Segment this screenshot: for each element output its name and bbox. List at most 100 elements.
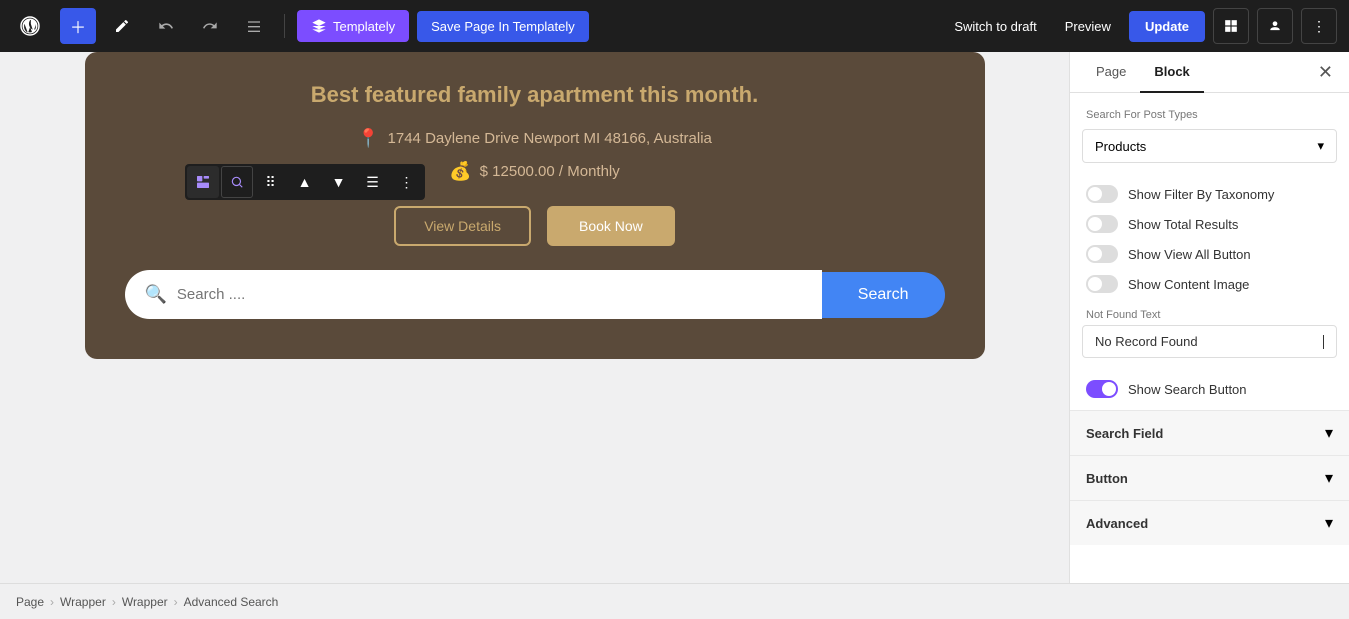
main-toolbar: ＋ Templately Save Page In Templately Swi… [0, 0, 1349, 52]
edit-tool-button[interactable] [104, 8, 140, 44]
hero-price-text: $ 12500.00 / Monthly [480, 163, 620, 180]
save-templately-label: Save Page In Templately [431, 19, 575, 34]
plus-icon: ＋ [70, 14, 86, 38]
toggle-content-image-row: Show Content Image [1070, 269, 1349, 299]
toolbar-right: Switch to draft Preview Update ⋮ [944, 8, 1337, 44]
wp-logo-button[interactable] [12, 8, 48, 44]
search-button-label: Search [858, 286, 909, 303]
book-now-button[interactable]: Book Now [547, 206, 675, 246]
breadcrumb-sep-1: › [50, 595, 54, 609]
tab-page-label: Page [1096, 64, 1126, 79]
search-input[interactable] [177, 286, 802, 303]
dropdown-value: Products [1095, 139, 1146, 154]
hero-title: Best featured family apartment this mont… [125, 82, 945, 108]
move-up-button[interactable]: ▲ [289, 166, 321, 198]
hero-address: 📍 1744 Daylene Drive Newport MI 48166, A… [125, 128, 945, 149]
block-type-icon[interactable] [187, 166, 219, 198]
tab-page[interactable]: Page [1082, 52, 1140, 93]
search-field-label: Search Field [1086, 426, 1163, 441]
search-button[interactable]: Search [822, 272, 945, 318]
templately-button[interactable]: Templately [297, 10, 409, 42]
hero-buttons: ⠿ ▲ ▼ ☰ ⋮ View Details Book Now [125, 206, 945, 246]
hero-address-text: 1744 Daylene Drive Newport MI 48166, Aus… [388, 130, 712, 147]
search-icon: 🔍 [145, 284, 167, 305]
toggle-show-search-button[interactable] [1086, 380, 1118, 398]
breadcrumb-sep-3: › [174, 595, 178, 609]
panel-tabs: Page Block ✕ [1070, 52, 1349, 93]
tab-block[interactable]: Block [1140, 52, 1203, 93]
breadcrumb-wrapper-1[interactable]: Wrapper [60, 595, 106, 609]
save-page-templately-button[interactable]: Save Page In Templately [417, 11, 589, 42]
update-label: Update [1145, 19, 1189, 34]
more-block-options[interactable]: ⋮ [391, 166, 423, 198]
search-block-icon[interactable] [221, 166, 253, 198]
toggle-total-results[interactable] [1086, 215, 1118, 233]
search-for-post-types-label: Search For Post Types [1070, 105, 1349, 129]
preview-button[interactable]: Preview [1055, 13, 1121, 40]
chevron-down-icon-button: ▾ [1325, 468, 1333, 488]
location-icon: 📍 [357, 128, 379, 149]
move-down-button[interactable]: ▼ [323, 166, 355, 198]
below-hero-area [85, 359, 985, 509]
editor-canvas: Best featured family apartment this mont… [0, 52, 1069, 583]
advanced-label: Advanced [1086, 516, 1148, 531]
toggle-filter-taxonomy[interactable] [1086, 185, 1118, 203]
chevron-down-icon-search: ▾ [1325, 423, 1333, 443]
toggle-total-results-row: Show Total Results [1070, 209, 1349, 239]
align-button[interactable]: ☰ [357, 166, 389, 198]
search-field-section[interactable]: Search Field ▾ [1070, 410, 1349, 455]
block-toolbar: ⠿ ▲ ▼ ☰ ⋮ [185, 164, 425, 200]
text-cursor [1323, 335, 1324, 349]
toggle-total-results-label: Show Total Results [1128, 217, 1238, 232]
toggle-view-all[interactable] [1086, 245, 1118, 263]
right-panel: Page Block ✕ Search For Post Types Produ… [1069, 52, 1349, 583]
breadcrumb-advanced-search[interactable]: Advanced Search [184, 595, 279, 609]
toolbar-divider [284, 14, 285, 38]
templately-label: Templately [333, 19, 395, 34]
list-view-button[interactable] [236, 8, 272, 44]
layout-view-button[interactable] [1213, 8, 1249, 44]
canvas-inner: Best featured family apartment this mont… [85, 52, 985, 509]
search-bar: 🔍 Search [125, 270, 945, 319]
update-button[interactable]: Update [1129, 11, 1205, 42]
toggle-view-all-label: Show View All Button [1128, 247, 1251, 262]
breadcrumb-bar: Page › Wrapper › Wrapper › Advanced Sear… [0, 583, 1349, 619]
undo-button[interactable] [148, 8, 184, 44]
toggle-filter-taxonomy-row: Show Filter By Taxonomy [1070, 179, 1349, 209]
breadcrumb-wrapper-2[interactable]: Wrapper [122, 595, 168, 609]
main-area: Best featured family apartment this mont… [0, 52, 1349, 583]
breadcrumb-sep-2: › [112, 595, 116, 609]
redo-button[interactable] [192, 8, 228, 44]
button-section[interactable]: Button ▾ [1070, 455, 1349, 500]
breadcrumb-page[interactable]: Page [16, 595, 44, 609]
hero-section: Best featured family apartment this mont… [85, 52, 985, 359]
not-found-input[interactable] [1095, 334, 1321, 349]
tab-block-label: Block [1154, 64, 1189, 79]
chevron-down-icon: ▾ [1317, 138, 1324, 154]
post-types-dropdown[interactable]: Products ▾ [1082, 129, 1337, 163]
show-search-button-row: Show Search Button [1070, 374, 1349, 410]
money-bag-icon: 💰 [449, 161, 471, 182]
button-section-label: Button [1086, 471, 1128, 486]
search-input-wrapper: 🔍 [125, 270, 822, 319]
advanced-section[interactable]: Advanced ▾ [1070, 500, 1349, 545]
view-details-label: View Details [424, 218, 501, 234]
toggle-filter-taxonomy-label: Show Filter By Taxonomy [1128, 187, 1274, 202]
toggle-content-image[interactable] [1086, 275, 1118, 293]
not-found-input-wrapper [1082, 325, 1337, 358]
toggle-view-all-row: Show View All Button [1070, 239, 1349, 269]
drag-handle[interactable]: ⠿ [255, 166, 287, 198]
panel-close-button[interactable]: ✕ [1314, 58, 1337, 87]
preview-label: Preview [1065, 19, 1111, 34]
not-found-text-label: Not Found Text [1070, 299, 1349, 325]
more-options-button[interactable]: ⋮ [1301, 8, 1337, 44]
view-details-button[interactable]: View Details [394, 206, 531, 246]
user-button[interactable] [1257, 8, 1293, 44]
panel-content: Search For Post Types Products ▾ Show Fi… [1070, 93, 1349, 583]
book-now-label: Book Now [579, 218, 643, 234]
switch-draft-label: Switch to draft [954, 19, 1036, 34]
toggle-content-image-label: Show Content Image [1128, 277, 1249, 292]
switch-draft-button[interactable]: Switch to draft [944, 13, 1046, 40]
show-search-button-label: Show Search Button [1128, 382, 1247, 397]
add-block-button[interactable]: ＋ [60, 8, 96, 44]
